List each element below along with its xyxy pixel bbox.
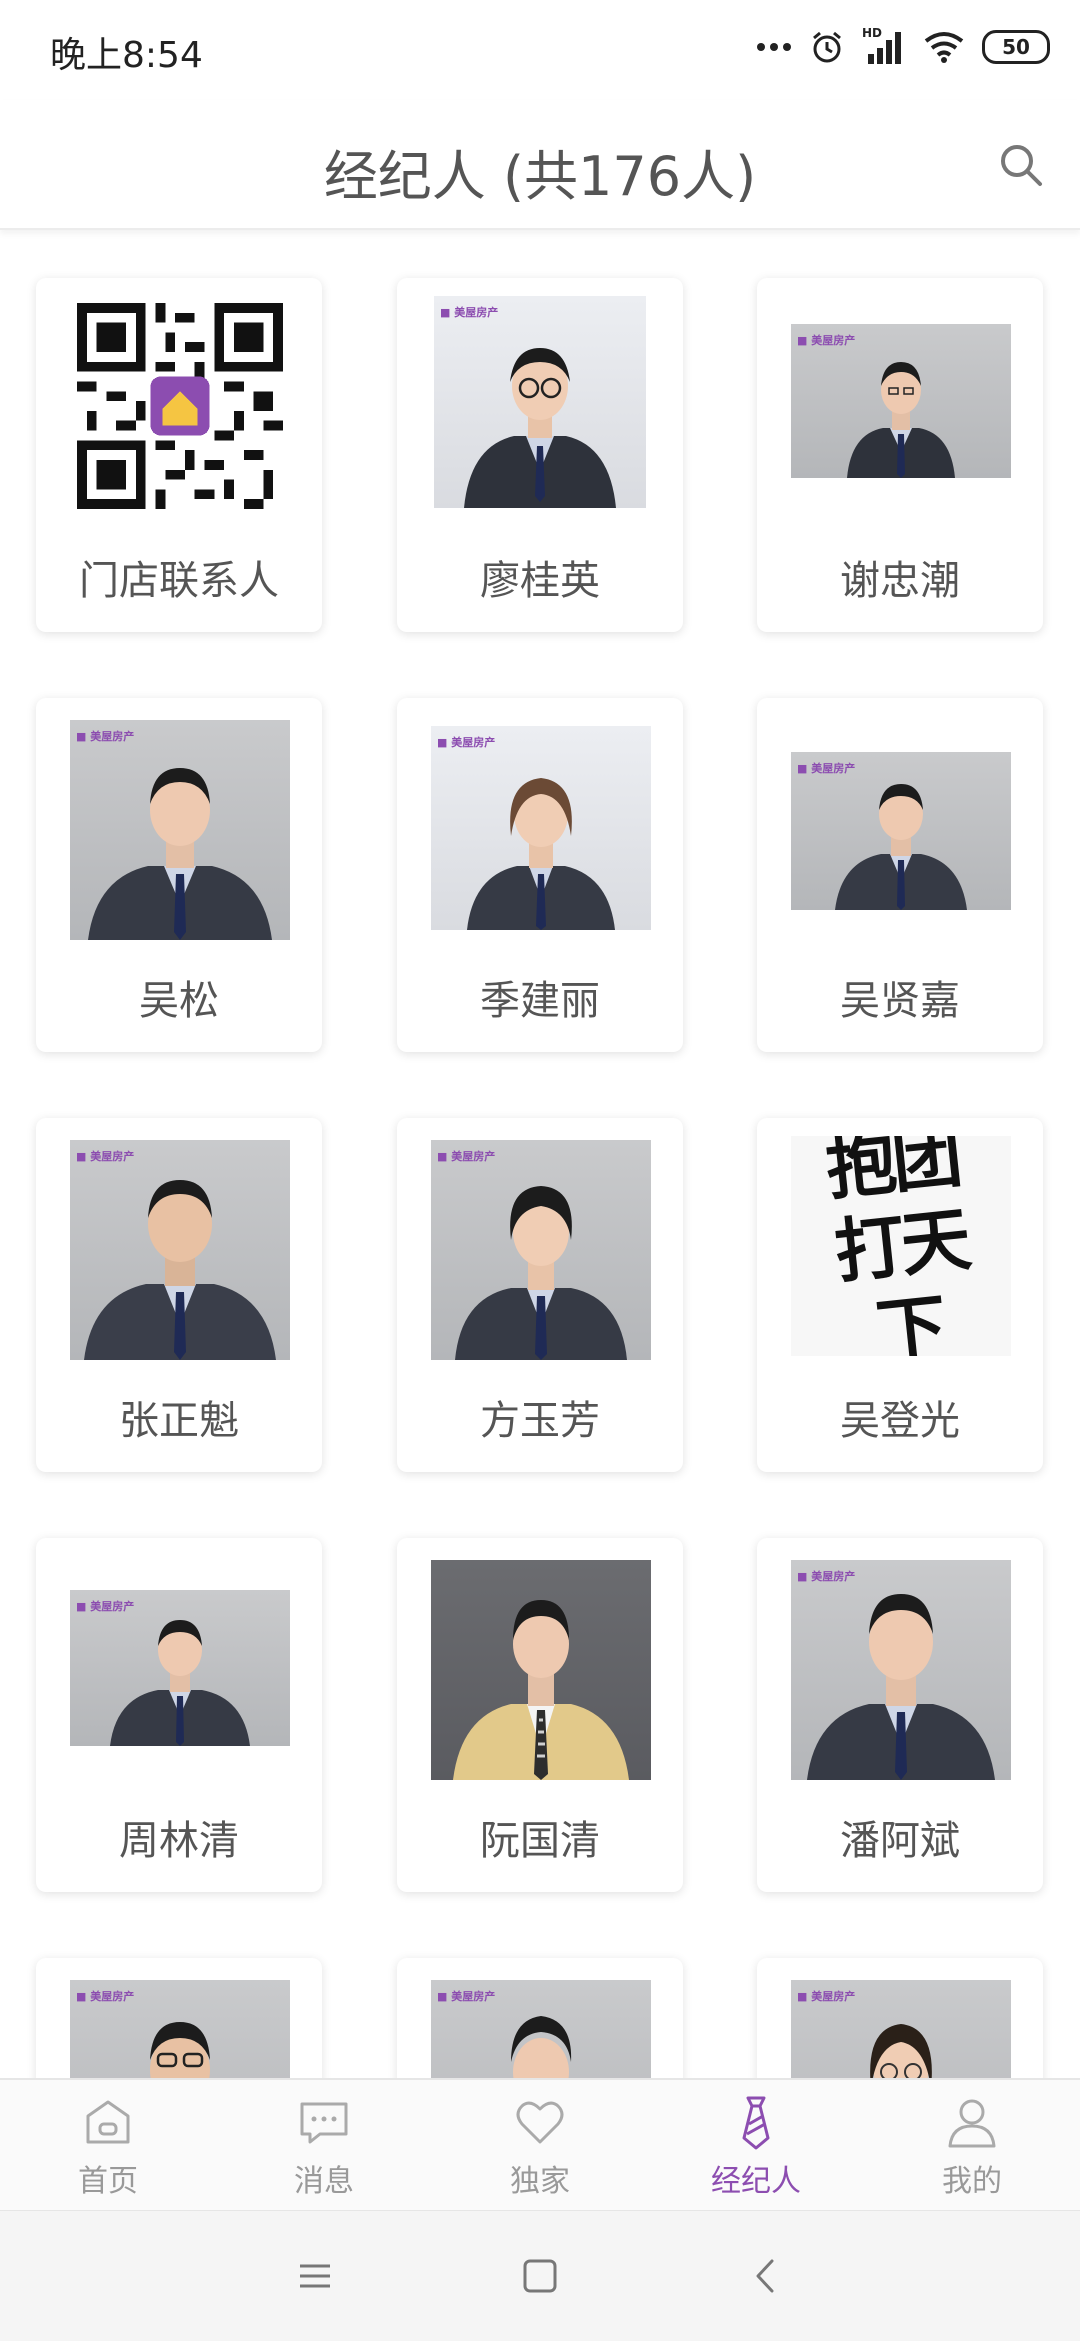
user-icon (948, 2099, 996, 2148)
agent-card[interactable]: ■ 美屋房产 方玉芳 (397, 1118, 683, 1472)
nav-label: 我的 (942, 2164, 1002, 2199)
agent-photo: ■ 美屋房产 (431, 1980, 651, 2078)
nav-item-profile[interactable]: 我的 (864, 2080, 1080, 2212)
agent-photo: ■ 美屋房产 (434, 296, 646, 508)
page-title: 经纪人 (共176人) (323, 145, 757, 208)
back-icon[interactable] (740, 2251, 790, 2301)
nav-item-home[interactable]: 首页 (0, 2080, 216, 2212)
agent-card[interactable]: ■ 美屋房产 吴松 (36, 698, 322, 1052)
status-icons: HD 50 (756, 22, 1050, 72)
agent-photo: ■ 美屋房产 (791, 1980, 1011, 2078)
agent-card[interactable]: ■ 美屋房产 潘阿斌 (757, 1538, 1043, 1892)
agent-card[interactable]: ■ 美屋房产 季建丽 (397, 698, 683, 1052)
agent-name: 季建丽 (480, 978, 600, 1024)
agent-name: 方玉芳 (480, 1398, 600, 1444)
agent-card[interactable]: 抱团打天下 吴登光 (757, 1118, 1043, 1472)
bottom-nav: 首页 消息 独家 经纪人 我的 (0, 2078, 1080, 2212)
qr-code-image (70, 296, 290, 516)
agent-photo (431, 1560, 651, 1780)
agent-name: 廖桂英 (480, 558, 600, 604)
nav-item-messages[interactable]: 消息 (216, 2080, 432, 2212)
agent-card[interactable]: ■ 美屋房产 (36, 1958, 322, 2078)
status-bar: 晚上8:54 HD 50 (0, 0, 1080, 100)
agent-name: 吴贤嘉 (840, 978, 960, 1024)
agent-name: 潘阿斌 (840, 1818, 960, 1864)
agent-photo: ■ 美屋房产 (791, 324, 1011, 478)
agent-card[interactable]: ■ 美屋房产 吴贤嘉 (757, 698, 1043, 1052)
agent-card[interactable]: 阮国清 (397, 1538, 683, 1892)
calligraphy-image: 抱团打天下 (791, 1136, 1011, 1356)
app-header: 经纪人 (共176人) (0, 100, 1080, 230)
agent-name: 周林清 (119, 1818, 239, 1864)
nav-label: 首页 (78, 2164, 138, 2199)
agent-name: 吴松 (139, 978, 219, 1024)
system-nav-bar (0, 2210, 1080, 2341)
hd-signal-icon: HD (862, 26, 906, 64)
agent-photo: ■ 美屋房产 (791, 752, 1011, 910)
agent-grid: 门店联系人 ■ 美屋房产 廖桂英 ■ 美屋房产 谢忠潮 ■ 美屋房产 吴松 ■ … (0, 228, 1080, 2078)
home-icon (86, 2100, 130, 2144)
battery-icon: 50 (982, 30, 1050, 64)
nav-item-agents[interactable]: 经纪人 (648, 2080, 864, 2212)
status-time: 晚上8:54 (50, 35, 203, 76)
necktie-icon (742, 2096, 770, 2150)
nav-label: 经纪人 (711, 2164, 801, 2199)
nav-label: 消息 (294, 2164, 354, 2199)
home-square-icon[interactable] (515, 2251, 565, 2301)
wifi-icon (924, 32, 964, 63)
agent-photo: ■ 美屋房产 (431, 1140, 651, 1360)
calligraphy-text: 抱团打天下 (822, 1136, 971, 1356)
nav-item-exclusive[interactable]: 独家 (432, 2080, 648, 2212)
agent-name: 阮国清 (480, 1818, 600, 1864)
agent-photo: ■ 美屋房产 (70, 1980, 290, 2078)
agent-name: 吴登光 (840, 1398, 960, 1444)
agent-photo: ■ 美屋房产 (70, 1590, 290, 1746)
more-dots-icon (757, 43, 791, 51)
agent-name: 门店联系人 (79, 558, 279, 604)
alarm-icon (813, 31, 841, 63)
agent-card[interactable]: ■ 美屋房产 廖桂英 (397, 278, 683, 632)
agent-photo: ■ 美屋房产 (431, 726, 651, 930)
agent-photo: ■ 美屋房产 (70, 1140, 290, 1360)
agent-name: 谢忠潮 (840, 558, 960, 604)
menu-icon[interactable] (290, 2251, 340, 2301)
agent-card[interactable]: ■ 美屋房产 (757, 1958, 1043, 2078)
agent-card[interactable]: ■ 美屋房产 张正魁 (36, 1118, 322, 1472)
agent-card[interactable]: ■ 美屋房产 谢忠潮 (757, 278, 1043, 632)
agent-photo: ■ 美屋房产 (70, 720, 290, 940)
agent-card[interactable]: ■ 美屋房产 (397, 1958, 683, 2078)
heart-icon (516, 2101, 564, 2144)
search-icon[interactable] (996, 140, 1046, 190)
agent-photo: ■ 美屋房产 (791, 1560, 1011, 1780)
agent-card-store-contact[interactable]: 门店联系人 (36, 278, 322, 632)
message-icon (300, 2102, 348, 2144)
nav-label: 独家 (510, 2164, 570, 2199)
agent-name: 张正魁 (119, 1398, 239, 1444)
agent-card[interactable]: ■ 美屋房产 周林清 (36, 1538, 322, 1892)
